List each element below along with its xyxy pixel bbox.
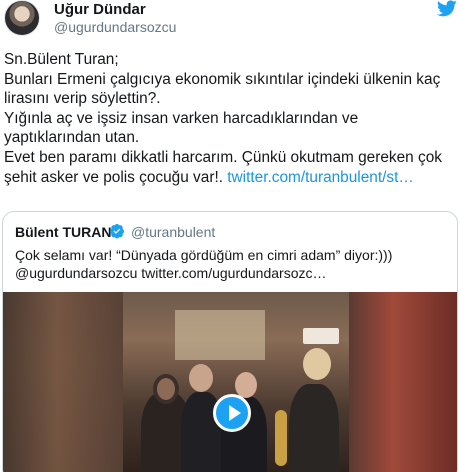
video-blur-left [3,292,123,472]
twitter-bird-icon[interactable] [437,0,457,17]
verified-badge-icon [110,223,124,239]
quoted-author-handle: @turanbulent [131,224,216,240]
tweet-body: Sn.Bülent Turan; Bunları Ermeni çalgıcıy… [4,51,442,186]
avatar[interactable] [4,0,40,36]
man-head-left [189,364,213,392]
tweet-link[interactable]: twitter.com/turanbulent/st… [227,169,413,186]
video-thumbnail[interactable] [3,292,457,472]
author-handle[interactable]: @ugurdundarsozcu [54,19,176,35]
video-blur-right [349,292,457,472]
musician-head [303,348,331,380]
play-icon[interactable] [213,394,251,432]
quoted-tweet[interactable]: Bülent TURAN @turanbulent Çok selamı var… [2,211,458,472]
shop-sign [303,328,339,344]
embedded-tweet: Uğur Dündar @ugurdundarsozcu Sn.Bülent T… [0,0,460,472]
tweet-header: Uğur Dündar @ugurdundarsozcu [0,0,460,40]
woman-head [153,374,179,404]
shop-window [175,310,265,360]
quoted-author-name: Bülent TURAN [15,224,112,240]
author-name[interactable]: Uğur Dündar [54,1,146,18]
musician-figure [289,384,339,472]
saxophone [275,410,287,466]
tweet-text: Sn.Bülent Turan; Bunları Ermeni çalgıcıy… [4,50,456,187]
quoted-tweet-text: Çok selamı var! “Dünyada gördüğüm en cim… [15,247,393,281]
